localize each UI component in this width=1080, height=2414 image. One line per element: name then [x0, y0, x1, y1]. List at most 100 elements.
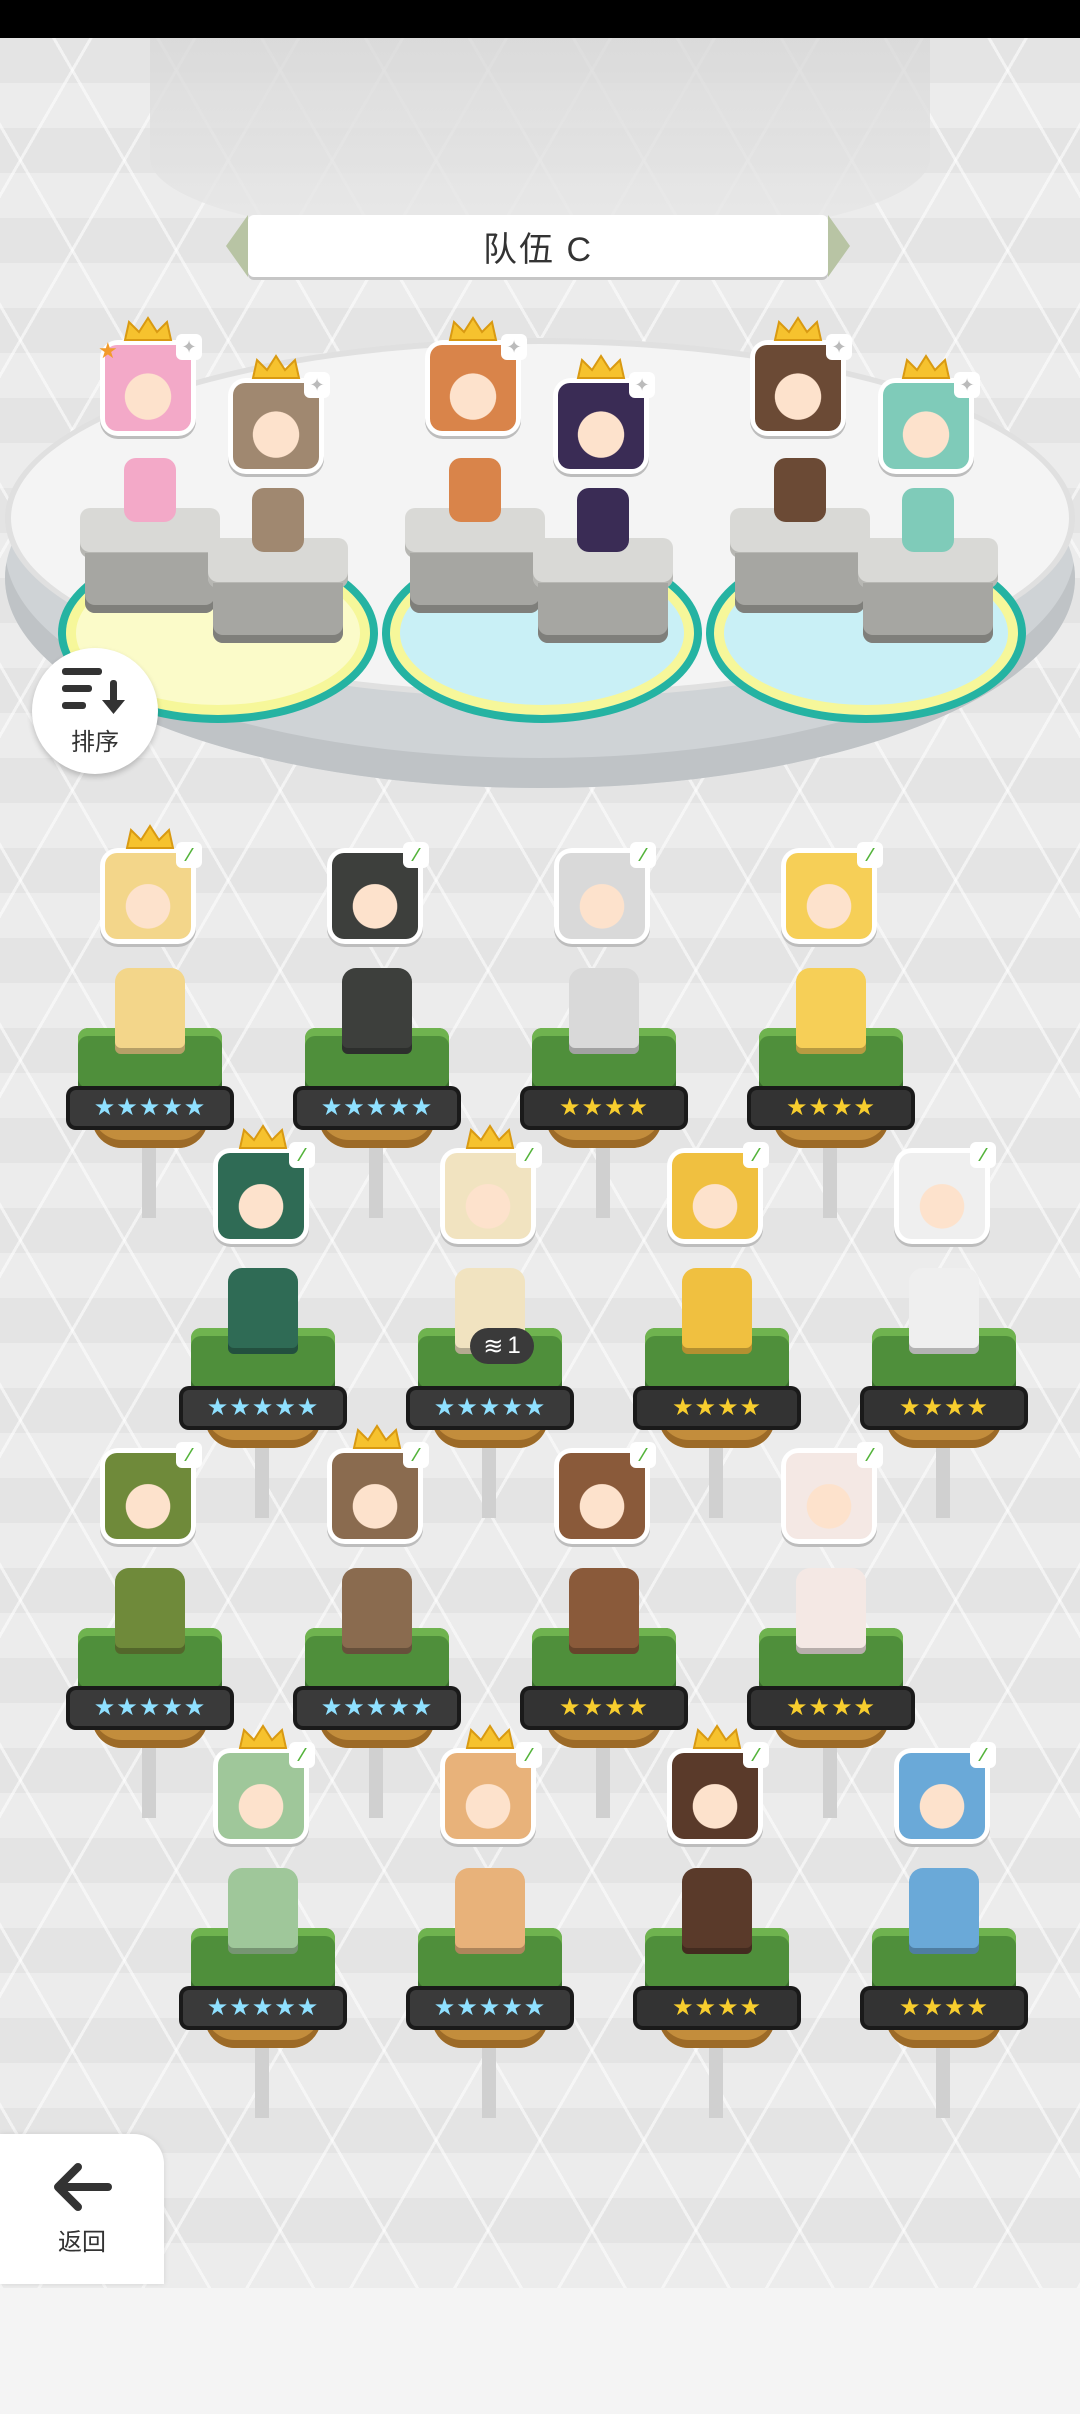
team-member-portrait[interactable]: ✦	[228, 372, 330, 474]
character-sprite[interactable]	[774, 458, 826, 522]
character-portrait[interactable]: ⁄	[213, 1142, 315, 1244]
team-member-portrait[interactable]: ✦	[878, 372, 980, 474]
star-rating: ★★★★★	[70, 1090, 230, 1126]
crown-icon	[448, 316, 498, 342]
roster-unit[interactable]: ★★★★	[864, 1868, 1024, 2128]
pedestal-side	[863, 583, 993, 643]
character-sprite	[682, 1268, 752, 1354]
back-button[interactable]: 返回	[0, 2134, 164, 2284]
pedestal-pole	[369, 1748, 383, 1818]
pedestal-pole	[255, 1448, 269, 1518]
game-scene: ✦ ★ ✦ ✦ ✦ ✦ ✦ ★★★★★ ⁄ ★★★★★ ⁄ ★★★★ ⁄ ★★★★ ⁄ ★★★★★ ⁄ ★★★★…	[0, 38, 1080, 2288]
team-member-portrait[interactable]: ✦	[425, 334, 527, 436]
chevron-right-icon[interactable]	[828, 215, 850, 277]
character-portrait[interactable]: ⁄	[894, 1142, 996, 1244]
roster-unit[interactable]: ★★★★	[751, 968, 911, 1228]
navigation-bar	[0, 2288, 1080, 2414]
sort-button[interactable]: 排序	[32, 648, 158, 774]
roster-unit[interactable]: ★★★★★	[183, 1868, 343, 2128]
team-member-portrait[interactable]: ✦	[553, 372, 655, 474]
leader-star-icon: ★	[98, 338, 118, 363]
character-portrait[interactable]: ⁄	[894, 1742, 996, 1844]
pedestal-pole	[823, 1748, 837, 1818]
leaf-tag-icon: ⁄	[516, 1142, 542, 1168]
pedestal-pole	[255, 2048, 269, 2118]
character-portrait[interactable]: ⁄	[100, 1442, 202, 1544]
unit-count-badge: ≋ 1	[470, 1328, 534, 1364]
crown-icon	[692, 1724, 742, 1750]
star-rating: ★★★★★	[183, 1390, 343, 1426]
roster-unit[interactable]: ★★★★	[751, 1568, 911, 1828]
crown-icon	[238, 1724, 288, 1750]
crown-icon	[773, 316, 823, 342]
team-name-banner[interactable]: 队伍 C	[226, 215, 850, 277]
pedestal-pole	[369, 1148, 383, 1218]
chevron-left-icon[interactable]	[226, 215, 248, 277]
character-portrait[interactable]: ⁄	[100, 842, 202, 944]
star-rating: ★★★★	[524, 1690, 684, 1726]
roster-unit[interactable]: ★★★★★	[70, 968, 230, 1228]
roster-unit[interactable]: ★★★★★	[410, 1868, 570, 2128]
team-member-portrait[interactable]: ✦	[750, 334, 852, 436]
character-portrait[interactable]: ⁄	[327, 842, 429, 944]
character-portrait[interactable]: ⁄	[667, 1142, 769, 1244]
pedestal-side	[410, 553, 540, 613]
character-sprite[interactable]	[577, 488, 629, 552]
pedestal-side	[85, 553, 215, 613]
team-pedestal	[80, 458, 220, 618]
character-portrait[interactable]: ⁄	[781, 842, 883, 944]
roster-unit[interactable]: ★★★★	[637, 1268, 797, 1528]
character-sprite	[682, 1868, 752, 1954]
crown-icon	[125, 824, 175, 850]
character-sprite[interactable]	[124, 458, 176, 522]
leaf-tag-icon: ⁄	[857, 842, 883, 868]
leaf-tag-icon: ⁄	[970, 1742, 996, 1768]
roster-unit[interactable]: ★★★★	[864, 1268, 1024, 1528]
roster-unit[interactable]: ★★★★★	[410, 1268, 570, 1528]
crown-icon	[123, 316, 173, 342]
star-rating: ★★★★	[637, 1990, 797, 2026]
character-portrait[interactable]: ⁄	[554, 1442, 656, 1544]
character-sprite	[569, 1568, 639, 1654]
arrow-left-icon	[54, 2162, 112, 2211]
roster-unit[interactable]: ★★★★	[524, 1568, 684, 1828]
character-portrait[interactable]: ⁄	[554, 842, 656, 944]
roster-unit[interactable]: ★★★★★	[297, 968, 457, 1228]
star-rating: ★★★★★	[297, 1090, 457, 1126]
roster-unit[interactable]: ★★★★	[637, 1868, 797, 2128]
pedestal-pole	[596, 1148, 610, 1218]
character-sprite	[909, 1868, 979, 1954]
sparkle-icon: ✦	[176, 334, 202, 360]
team-pedestal	[405, 458, 545, 618]
character-sprite	[115, 968, 185, 1054]
team-member-portrait[interactable]: ✦ ★	[98, 334, 202, 436]
roster-unit[interactable]: ★★★★	[524, 968, 684, 1228]
leaf-tag-icon: ⁄	[289, 1742, 315, 1768]
star-rating: ★★★★	[751, 1690, 911, 1726]
crown-icon	[576, 354, 626, 380]
star-rating: ★★★★	[864, 1390, 1024, 1426]
character-portrait[interactable]: ⁄	[440, 1142, 542, 1244]
character-portrait[interactable]: ⁄	[327, 1442, 429, 1544]
character-portrait[interactable]: ⁄	[440, 1742, 542, 1844]
pedestal-pole	[482, 1448, 496, 1518]
star-rating: ★★★★★	[70, 1690, 230, 1726]
character-sprite[interactable]	[449, 458, 501, 522]
pedestal-side	[213, 583, 343, 643]
character-sprite[interactable]	[902, 488, 954, 552]
leaf-tag-icon: ⁄	[970, 1142, 996, 1168]
crown-icon	[901, 354, 951, 380]
sparkle-icon: ✦	[629, 372, 655, 398]
crown-icon	[352, 1424, 402, 1450]
character-sprite	[569, 968, 639, 1054]
character-portrait[interactable]: ⁄	[781, 1442, 883, 1544]
character-portrait[interactable]: ⁄	[667, 1742, 769, 1844]
roster-unit[interactable]: ★★★★★	[297, 1568, 457, 1828]
character-sprite[interactable]	[252, 488, 304, 552]
team-title: 队伍 C	[483, 230, 593, 269]
sparkle-icon: ✦	[826, 334, 852, 360]
character-portrait[interactable]: ⁄	[213, 1742, 315, 1844]
roster-unit[interactable]: ★★★★★	[70, 1568, 230, 1828]
sparkle-icon: ✦	[501, 334, 527, 360]
roster-unit[interactable]: ★★★★★	[183, 1268, 343, 1528]
